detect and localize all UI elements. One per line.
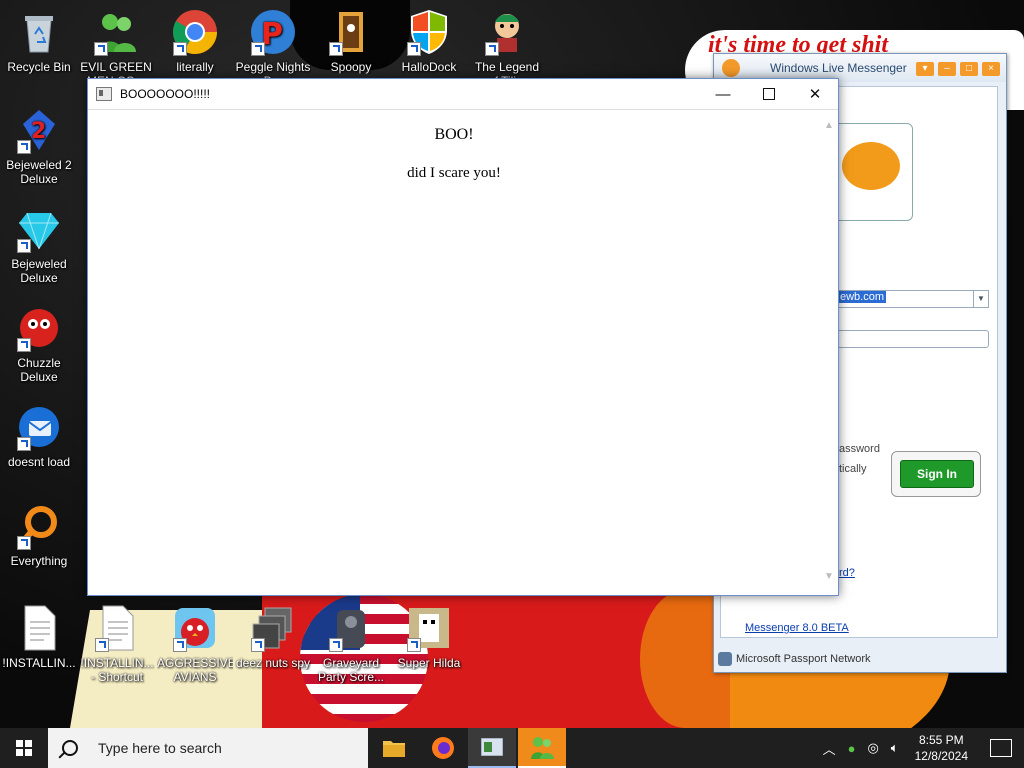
app-window-icon [481, 738, 503, 756]
passport-icon [718, 652, 732, 666]
sign-in-automatically-option[interactable]: tically [839, 463, 867, 475]
password-field[interactable] [837, 330, 989, 348]
messenger-minimize-button[interactable]: – [938, 62, 956, 76]
pumpkin-image [842, 142, 900, 190]
minimize-icon: — [715, 85, 731, 103]
search-icon [62, 740, 78, 756]
spoopy-icon [327, 8, 375, 56]
messenger-maximize-button[interactable]: □ [960, 62, 978, 76]
network-globe-icon[interactable]: ◎ [867, 740, 878, 756]
messenger-tray-icon[interactable]: ● [848, 741, 856, 756]
signin-frame: Sign In [891, 451, 981, 497]
maximize-icon [763, 88, 775, 100]
recycle-bin-icon [15, 8, 63, 56]
chrome-icon [171, 8, 219, 56]
boo-message: did I scare you! [407, 165, 501, 181]
messenger-menu-button[interactable]: ▾ [916, 62, 934, 76]
desktop-icon-spoopy[interactable]: Spoopy [313, 8, 389, 74]
bejeweled2-icon: 2 [15, 106, 63, 154]
vertical-scrollbar[interactable]: ▲ ▼ [820, 110, 838, 594]
taskbar-clock[interactable]: 8:55 PM 12/8/2024 [915, 732, 968, 764]
desktop-icon-legend[interactable]: The Legend of Tili... [469, 8, 545, 88]
messenger-logo-icon [722, 59, 740, 77]
folder-icon [383, 741, 405, 757]
messenger-title: Windows Live Messenger [770, 61, 907, 75]
desktop-icon-doesnt-load[interactable]: doesnt load [1, 403, 77, 469]
notification-icon[interactable] [990, 739, 1012, 757]
desktop-icon-installing-shortcut[interactable]: !INSTALLIN... - Shortcut [79, 604, 155, 684]
maximize-button[interactable] [746, 79, 792, 109]
system-tray: ︿ ● ◎ 🔈︎ 8:55 PM 12/8/2024 [817, 728, 1024, 768]
passport-label: Microsoft Passport Network [736, 653, 871, 665]
passport-footer: Microsoft Passport Network [718, 652, 870, 666]
desktop-icon-evil-green-men[interactable]: EVIL GREEN MEN CO... [78, 8, 154, 88]
document-icon [93, 604, 141, 652]
desktop-icon-bejeweled[interactable]: Bejeweled Deluxe [1, 205, 77, 285]
search-placeholder: Type here to search [98, 740, 222, 756]
windows-logo-icon [16, 740, 32, 756]
angry-bird-icon [171, 604, 219, 652]
desktop-icon-aggressive-avians[interactable]: AGGRESSIVE AVIANS [157, 604, 233, 684]
stacked-windows-icon [249, 604, 297, 652]
legend-icon [483, 8, 531, 56]
peggle-icon: P [249, 8, 297, 56]
boo-content: BOO! did I scare you! [88, 110, 820, 594]
super-hilda-icon [405, 604, 453, 652]
boo-titlebar[interactable]: BOOOOOOO!!!!! — ✕ [88, 79, 838, 110]
boo-heading: BOO! [434, 126, 474, 143]
display-picture[interactable] [833, 123, 913, 221]
sign-in-button[interactable]: Sign In [900, 460, 974, 488]
svg-text:2: 2 [31, 119, 46, 144]
forgot-password-link[interactable]: rd? [839, 567, 855, 579]
windows-shield-icon [405, 8, 453, 56]
msn-men-icon [92, 8, 140, 56]
msn-men-icon [531, 737, 554, 759]
thunderbird-icon [15, 403, 63, 451]
graveyard-icon [327, 604, 375, 652]
desktop: it's time to get shit Recycle Bin EVIL G… [0, 0, 1024, 728]
email-field[interactable]: ewb.com ▼ [837, 290, 989, 308]
clock-date: 12/8/2024 [914, 749, 968, 763]
desktop-icon-recycle-bin[interactable]: Recycle Bin [1, 8, 77, 74]
everything-icon [15, 502, 63, 550]
desktop-icon-deez-nuts-spy[interactable]: deez nuts spy [235, 604, 311, 670]
desktop-icon-graveyard-party[interactable]: Graveyard Party Scre... [313, 604, 389, 684]
desktop-icon-literally[interactable]: literally [157, 8, 233, 74]
taskbar: Type here to search ︿ ● ◎ 🔈︎ 8:55 PM 12/… [0, 728, 1024, 768]
chuzzle-icon [15, 304, 63, 352]
messenger-version-link[interactable]: Messenger 8.0 BETA [745, 622, 849, 634]
chevron-down-icon[interactable]: ▼ [973, 291, 988, 307]
desktop-icon-hallodock[interactable]: HalloDock [391, 8, 467, 74]
bejeweled-icon [15, 205, 63, 253]
taskbar-boo-app[interactable] [468, 728, 516, 768]
clock-time: 8:55 PM [918, 733, 964, 747]
scroll-down-icon[interactable]: ▼ [824, 571, 834, 582]
desktop-icon-bejeweled-2[interactable]: 2 Bejeweled 2 Deluxe [1, 106, 77, 186]
taskbar-search[interactable]: Type here to search [48, 728, 368, 768]
desktop-icon-chuzzle[interactable]: Chuzzle Deluxe [1, 304, 77, 384]
chevron-up-icon[interactable]: ︿ [823, 739, 836, 758]
close-button[interactable]: ✕ [792, 79, 838, 109]
taskbar-messenger[interactable] [518, 728, 566, 768]
desktop-icon-super-hilda[interactable]: Super Hilda [391, 604, 467, 670]
email-value: ewb.com [838, 291, 887, 303]
taskbar-firefox[interactable] [419, 728, 467, 768]
close-icon: ✕ [808, 86, 822, 103]
boo-window-title: BOOOOOOO!!!!! [120, 87, 211, 101]
desktop-icon-peggle-nights[interactable]: P Peggle Nights D... [235, 8, 311, 88]
start-button[interactable] [0, 728, 48, 768]
app-window-icon [96, 87, 112, 101]
scroll-up-icon[interactable]: ▲ [824, 120, 834, 131]
minimize-button[interactable]: — [700, 79, 746, 109]
taskbar-file-explorer[interactable] [370, 728, 418, 768]
firefox-icon [432, 737, 454, 759]
desktop-icon-everything[interactable]: Everything [1, 502, 77, 568]
desktop-icon-installing[interactable]: !INSTALLIN... [1, 604, 77, 670]
volume-icon[interactable]: 🔈︎ [891, 740, 899, 756]
remember-password-option[interactable]: assword [839, 443, 880, 455]
messenger-close-button[interactable]: × [982, 62, 1000, 76]
boo-window[interactable]: BOOOOOOO!!!!! — ✕ BOO! did I scare you! … [87, 78, 839, 596]
document-icon [15, 604, 63, 652]
